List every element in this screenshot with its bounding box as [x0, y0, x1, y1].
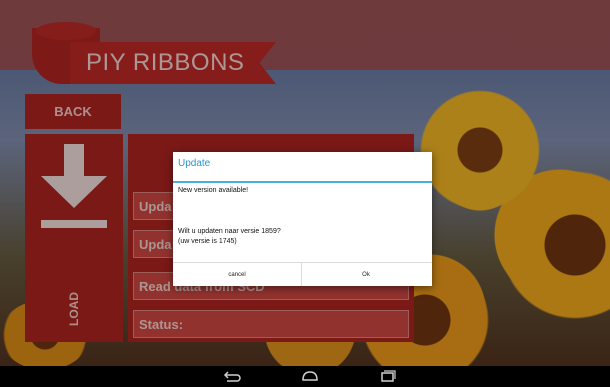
ok-button[interactable]: Ok [302, 263, 430, 286]
back-icon[interactable] [222, 369, 242, 383]
dialog-question: Wilt u updaten naar versie 1859? [178, 228, 281, 235]
home-icon[interactable] [300, 369, 320, 383]
dialog-title-divider [173, 181, 432, 183]
cancel-button[interactable]: cancel [173, 263, 301, 286]
dialog-title: Update [178, 158, 211, 169]
dialog-current-version: (uw versie is 1745) [178, 238, 237, 245]
update-dialog: Update New version available! Wilt u upd… [173, 152, 432, 286]
recents-icon[interactable] [378, 369, 398, 383]
dialog-message: New version available! [178, 187, 249, 194]
system-nav-bar [0, 366, 610, 387]
